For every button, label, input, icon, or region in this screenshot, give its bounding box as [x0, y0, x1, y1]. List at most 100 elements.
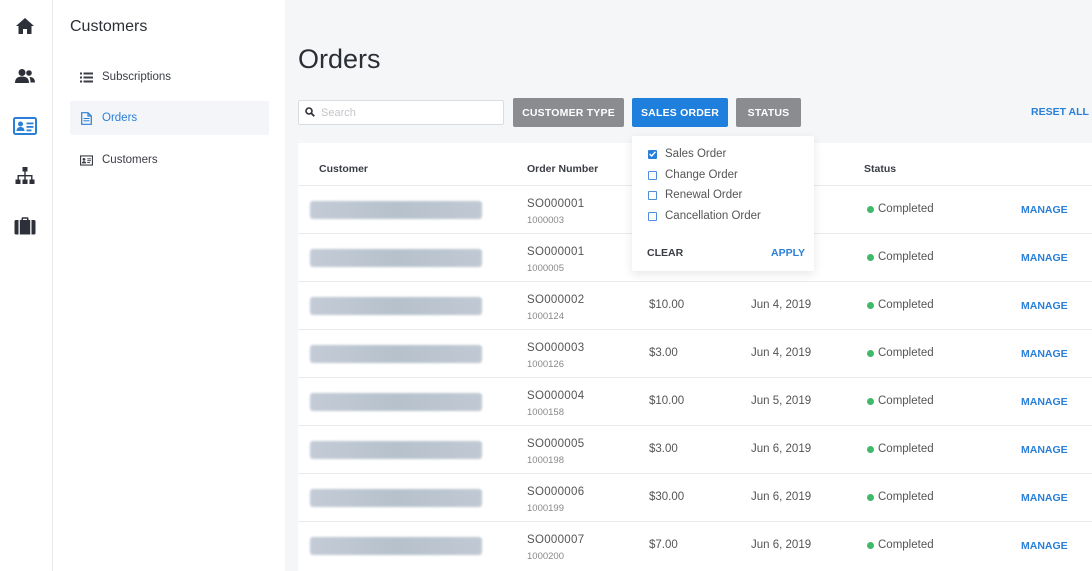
dropdown-clear-button[interactable]: CLEAR — [647, 247, 683, 259]
contact-card-icon — [80, 154, 93, 167]
order-sub-id: 1000199 — [527, 503, 564, 514]
status-badge: Completed — [867, 299, 934, 311]
customer-type-filter-button[interactable]: CUSTOMER TYPE — [513, 98, 624, 127]
order-date: Jun 4, 2019 — [751, 299, 812, 311]
order-amount: $10.00 — [649, 395, 685, 407]
status-dot — [867, 397, 874, 405]
order-amount: $3.00 — [649, 347, 678, 359]
order-date: Jun 6, 2019 — [751, 443, 812, 455]
order-date: Jun 5, 2019 — [751, 395, 812, 407]
status-badge: Completed — [867, 443, 934, 455]
home-icon[interactable] — [13, 14, 37, 38]
order-amount: $30.00 — [649, 491, 685, 503]
search-icon — [305, 104, 315, 122]
table-row: SO000006 1000199 $30.00 Jun 6, 2019 Complete… — [298, 473, 1092, 521]
status-dot — [867, 445, 874, 453]
order-amount: $3.00 — [649, 443, 678, 455]
customer-name-redacted — [310, 249, 482, 267]
status-text: Completed — [878, 203, 934, 215]
status-badge: Completed — [867, 347, 934, 359]
status-badge: Completed — [867, 491, 934, 503]
customer-name-redacted — [310, 393, 482, 411]
org-chart-icon[interactable] — [13, 164, 37, 188]
status-text: Completed — [878, 443, 934, 455]
status-text: Completed — [878, 395, 934, 407]
sales-order-dropdown: Sales Order Change Order Renewal Order C… — [632, 136, 814, 271]
customer-name-redacted — [310, 201, 482, 219]
order-number: SO000001 — [527, 246, 585, 258]
subnav-item-customers[interactable]: Customers — [70, 143, 269, 177]
checkbox[interactable] — [648, 190, 657, 200]
dropdown-option-cancellation-order[interactable]: Cancellation Order — [648, 208, 761, 224]
contact-card-icon[interactable] — [13, 114, 37, 138]
dropdown-option-label: Renewal Order — [665, 189, 743, 201]
checkbox-checked[interactable] — [648, 149, 657, 159]
order-number: SO000006 — [527, 486, 585, 498]
document-icon — [80, 111, 93, 125]
order-date: Jun 6, 2019 — [751, 539, 812, 551]
column-header-order-number: Order Number — [527, 163, 599, 175]
subnav-item-label: Customers — [102, 154, 158, 166]
order-sub-id: 1000003 — [527, 215, 564, 226]
order-sub-id: 1000158 — [527, 407, 564, 418]
dropdown-option-sales-order[interactable]: Sales Order — [648, 146, 726, 162]
manage-link[interactable]: MANAGE — [1021, 444, 1068, 456]
manage-link[interactable]: MANAGE — [1021, 348, 1068, 360]
status-text: Completed — [878, 251, 934, 263]
status-text: Completed — [878, 299, 934, 311]
status-dot — [867, 301, 874, 309]
order-sub-id: 1000126 — [527, 359, 564, 370]
page-title: Orders — [298, 44, 381, 74]
manage-link[interactable]: MANAGE — [1021, 300, 1068, 312]
order-sub-id: 1000198 — [527, 455, 564, 466]
status-badge: Completed — [867, 203, 934, 215]
reset-all-link[interactable]: RESET ALL — [1031, 106, 1089, 118]
order-date: Jun 4, 2019 — [751, 347, 812, 359]
customer-name-redacted — [310, 441, 482, 459]
icon-rail — [0, 0, 53, 571]
status-dot — [867, 541, 874, 549]
manage-link[interactable]: MANAGE — [1021, 492, 1068, 504]
customer-name-redacted — [310, 489, 482, 507]
manage-link[interactable]: MANAGE — [1021, 396, 1068, 408]
subnav-item-label: Subscriptions — [102, 71, 172, 83]
sales-order-filter-button[interactable]: SALES ORDER — [632, 98, 728, 127]
dropdown-option-label: Change Order — [665, 169, 738, 181]
sub-navigation: Customers Subscriptions Orders Customers — [53, 0, 285, 571]
customer-name-redacted — [310, 345, 482, 363]
status-text: Completed — [878, 347, 934, 359]
manage-link[interactable]: MANAGE — [1021, 204, 1068, 216]
order-date: Jun 6, 2019 — [751, 491, 812, 503]
order-sub-id: 1000200 — [527, 551, 564, 562]
users-icon[interactable] — [13, 64, 37, 88]
dropdown-option-change-order[interactable]: Change Order — [648, 167, 738, 183]
status-dot — [867, 349, 874, 357]
subnav-title: Customers — [70, 18, 148, 35]
dropdown-apply-button[interactable]: APPLY — [771, 247, 805, 259]
status-badge: Completed — [867, 539, 934, 551]
order-number: SO000002 — [527, 294, 585, 306]
search-input[interactable] — [321, 106, 491, 119]
manage-link[interactable]: MANAGE — [1021, 540, 1068, 552]
checkbox[interactable] — [648, 211, 657, 221]
table-row: SO000007 1000200 $7.00 Jun 6, 2019 Completed… — [298, 521, 1092, 569]
order-number: SO000003 — [527, 342, 585, 354]
table-row: SO000002 1000124 $10.00 Jun 4, 2019 Complete… — [298, 281, 1092, 329]
checkbox[interactable] — [648, 170, 657, 180]
status-dot — [867, 493, 874, 501]
status-filter-button[interactable]: STATUS — [736, 98, 801, 127]
status-badge: Completed — [867, 395, 934, 407]
column-header-status: Status — [864, 163, 897, 175]
status-dot — [867, 253, 874, 261]
table-row: SO000004 1000158 $10.00 Jun 5, 2019 Complete… — [298, 377, 1092, 425]
briefcase-icon[interactable] — [13, 214, 37, 238]
subnav-item-subscriptions[interactable]: Subscriptions — [70, 60, 269, 94]
search-box — [298, 100, 504, 125]
subnav-item-orders[interactable]: Orders — [70, 101, 269, 135]
dropdown-option-renewal-order[interactable]: Renewal Order — [648, 187, 742, 203]
manage-link[interactable]: MANAGE — [1021, 252, 1068, 264]
table-row: SO000003 1000126 $3.00 Jun 4, 2019 Completed… — [298, 329, 1092, 377]
order-sub-id: 1000124 — [527, 311, 564, 322]
status-text: Completed — [878, 539, 934, 551]
order-number: SO000005 — [527, 438, 585, 450]
